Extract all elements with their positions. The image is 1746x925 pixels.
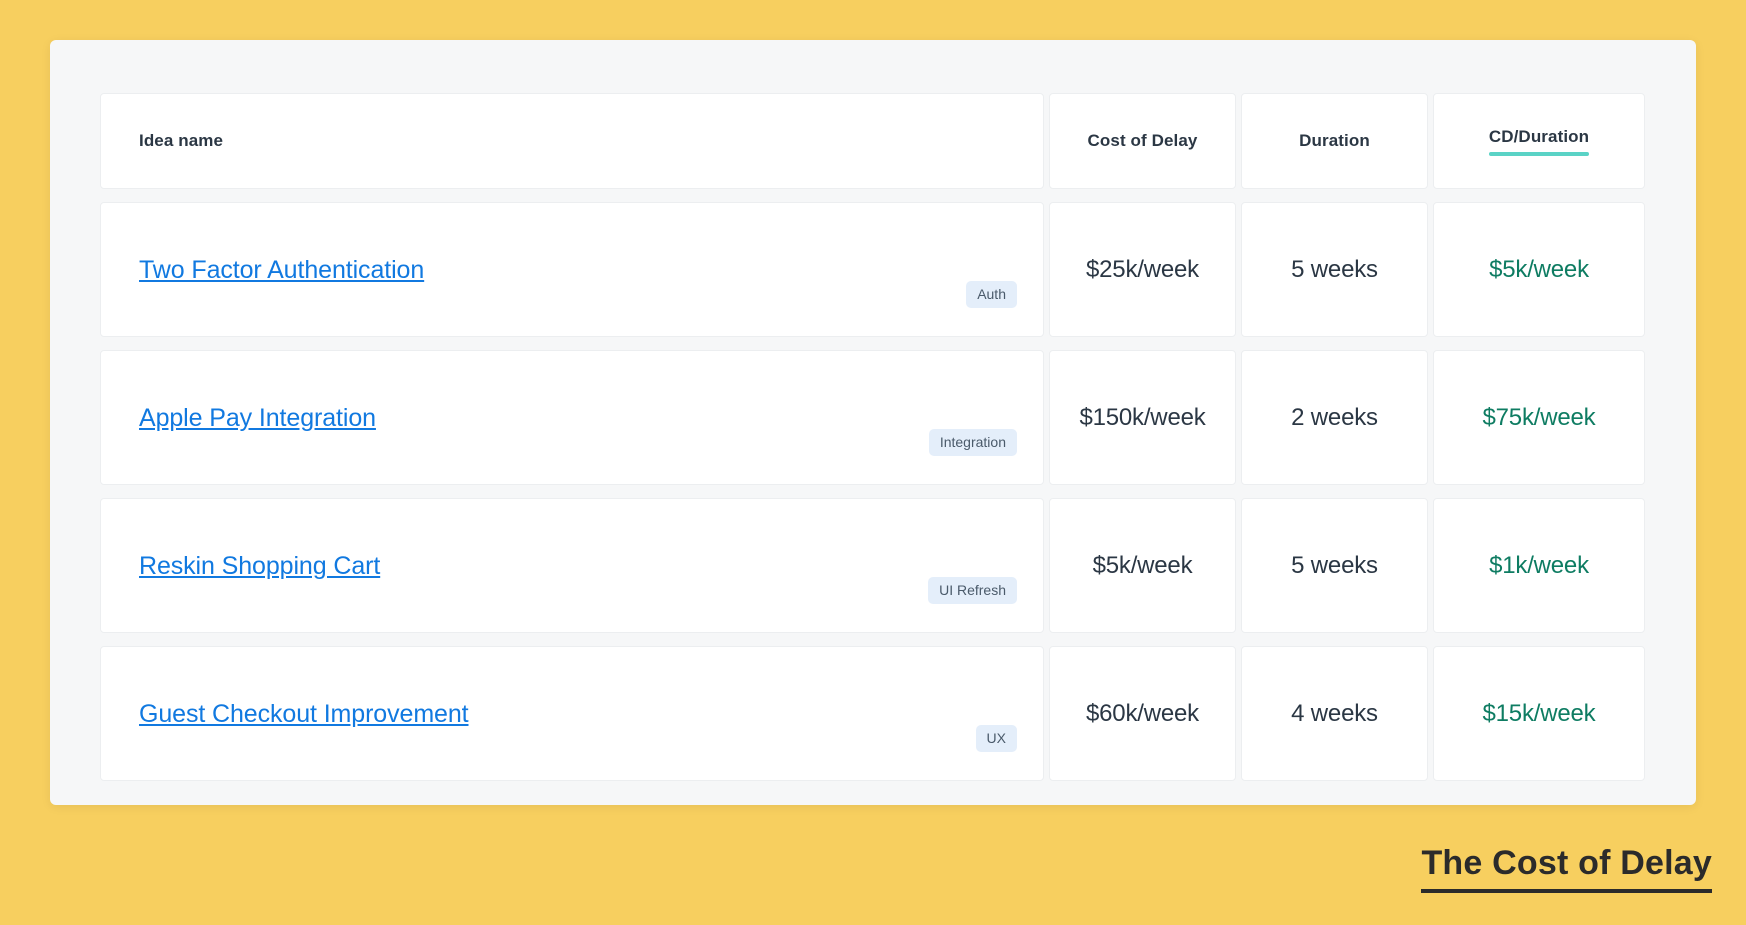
cost-of-delay-cell: $5k/week bbox=[1049, 498, 1236, 633]
column-header-cd-duration[interactable]: CD/Duration bbox=[1433, 93, 1645, 189]
content-panel: Idea name Cost of Delay Duration CD/Dura… bbox=[50, 40, 1696, 805]
table-row[interactable]: Two Factor Authentication Auth $25k/week… bbox=[100, 202, 1646, 337]
cd-duration-cell: $5k/week bbox=[1433, 202, 1645, 337]
page-caption: The Cost of Delay bbox=[1421, 846, 1712, 893]
cost-of-delay-value: $25k/week bbox=[1086, 255, 1199, 283]
column-header-idea-name[interactable]: Idea name bbox=[100, 93, 1044, 189]
cost-of-delay-cell: $60k/week bbox=[1049, 646, 1236, 781]
column-header-label-duration: Duration bbox=[1299, 131, 1370, 150]
column-header-label-idea-name: Idea name bbox=[139, 131, 224, 150]
duration-cell: 4 weeks bbox=[1241, 646, 1428, 781]
duration-value: 2 weeks bbox=[1291, 403, 1378, 431]
table-row[interactable]: Apple Pay Integration Integration $150k/… bbox=[100, 350, 1646, 485]
duration-cell: 5 weeks bbox=[1241, 202, 1428, 337]
idea-name-cell[interactable]: Reskin Shopping Cart UI Refresh bbox=[100, 498, 1044, 633]
cd-duration-value: $15k/week bbox=[1482, 699, 1596, 727]
cost-of-delay-value: $5k/week bbox=[1092, 551, 1193, 579]
idea-tag-badge[interactable]: Integration bbox=[928, 429, 1017, 456]
idea-name-cell[interactable]: Guest Checkout Improvement UX bbox=[100, 646, 1044, 781]
idea-name-link[interactable]: Guest Checkout Improvement bbox=[139, 699, 469, 729]
duration-cell: 5 weeks bbox=[1241, 498, 1428, 633]
cd-duration-value: $1k/week bbox=[1489, 551, 1589, 579]
idea-tag-badge[interactable]: Auth bbox=[966, 281, 1017, 308]
idea-name-link[interactable]: Reskin Shopping Cart bbox=[139, 551, 380, 581]
table-row[interactable]: Guest Checkout Improvement UX $60k/week … bbox=[100, 646, 1646, 781]
cost-of-delay-cell: $25k/week bbox=[1049, 202, 1236, 337]
idea-name-cell[interactable]: Two Factor Authentication Auth bbox=[100, 202, 1044, 337]
cd-duration-cell: $15k/week bbox=[1433, 646, 1645, 781]
column-header-cost-of-delay[interactable]: Cost of Delay bbox=[1049, 93, 1236, 189]
duration-cell: 2 weeks bbox=[1241, 350, 1428, 485]
cost-of-delay-value: $60k/week bbox=[1086, 699, 1199, 727]
column-header-label-cd-duration: CD/Duration bbox=[1488, 126, 1590, 146]
cd-duration-value: $5k/week bbox=[1489, 255, 1589, 283]
column-header-duration[interactable]: Duration bbox=[1241, 93, 1428, 189]
cd-duration-cell: $75k/week bbox=[1433, 350, 1645, 485]
table-row[interactable]: Reskin Shopping Cart UI Refresh $5k/week… bbox=[100, 498, 1646, 633]
column-header-label-cost-of-delay: Cost of Delay bbox=[1087, 131, 1198, 150]
sort-active-indicator: CD/Duration bbox=[1488, 126, 1590, 156]
cd-duration-cell: $1k/week bbox=[1433, 498, 1645, 633]
sort-underline-bar bbox=[1488, 151, 1590, 156]
idea-name-link[interactable]: Apple Pay Integration bbox=[139, 403, 376, 433]
idea-tag-badge[interactable]: UX bbox=[975, 725, 1017, 752]
cd-duration-value: $75k/week bbox=[1482, 403, 1596, 431]
duration-value: 5 weeks bbox=[1291, 255, 1378, 283]
duration-value: 5 weeks bbox=[1291, 551, 1378, 579]
idea-name-link[interactable]: Two Factor Authentication bbox=[139, 255, 424, 285]
ideas-table: Idea name Cost of Delay Duration CD/Dura… bbox=[100, 93, 1646, 781]
duration-value: 4 weeks bbox=[1291, 699, 1378, 727]
table-header-row: Idea name Cost of Delay Duration CD/Dura… bbox=[100, 93, 1646, 189]
cost-of-delay-cell: $150k/week bbox=[1049, 350, 1236, 485]
idea-name-cell[interactable]: Apple Pay Integration Integration bbox=[100, 350, 1044, 485]
cost-of-delay-value: $150k/week bbox=[1079, 403, 1206, 431]
idea-tag-badge[interactable]: UI Refresh bbox=[928, 577, 1017, 604]
